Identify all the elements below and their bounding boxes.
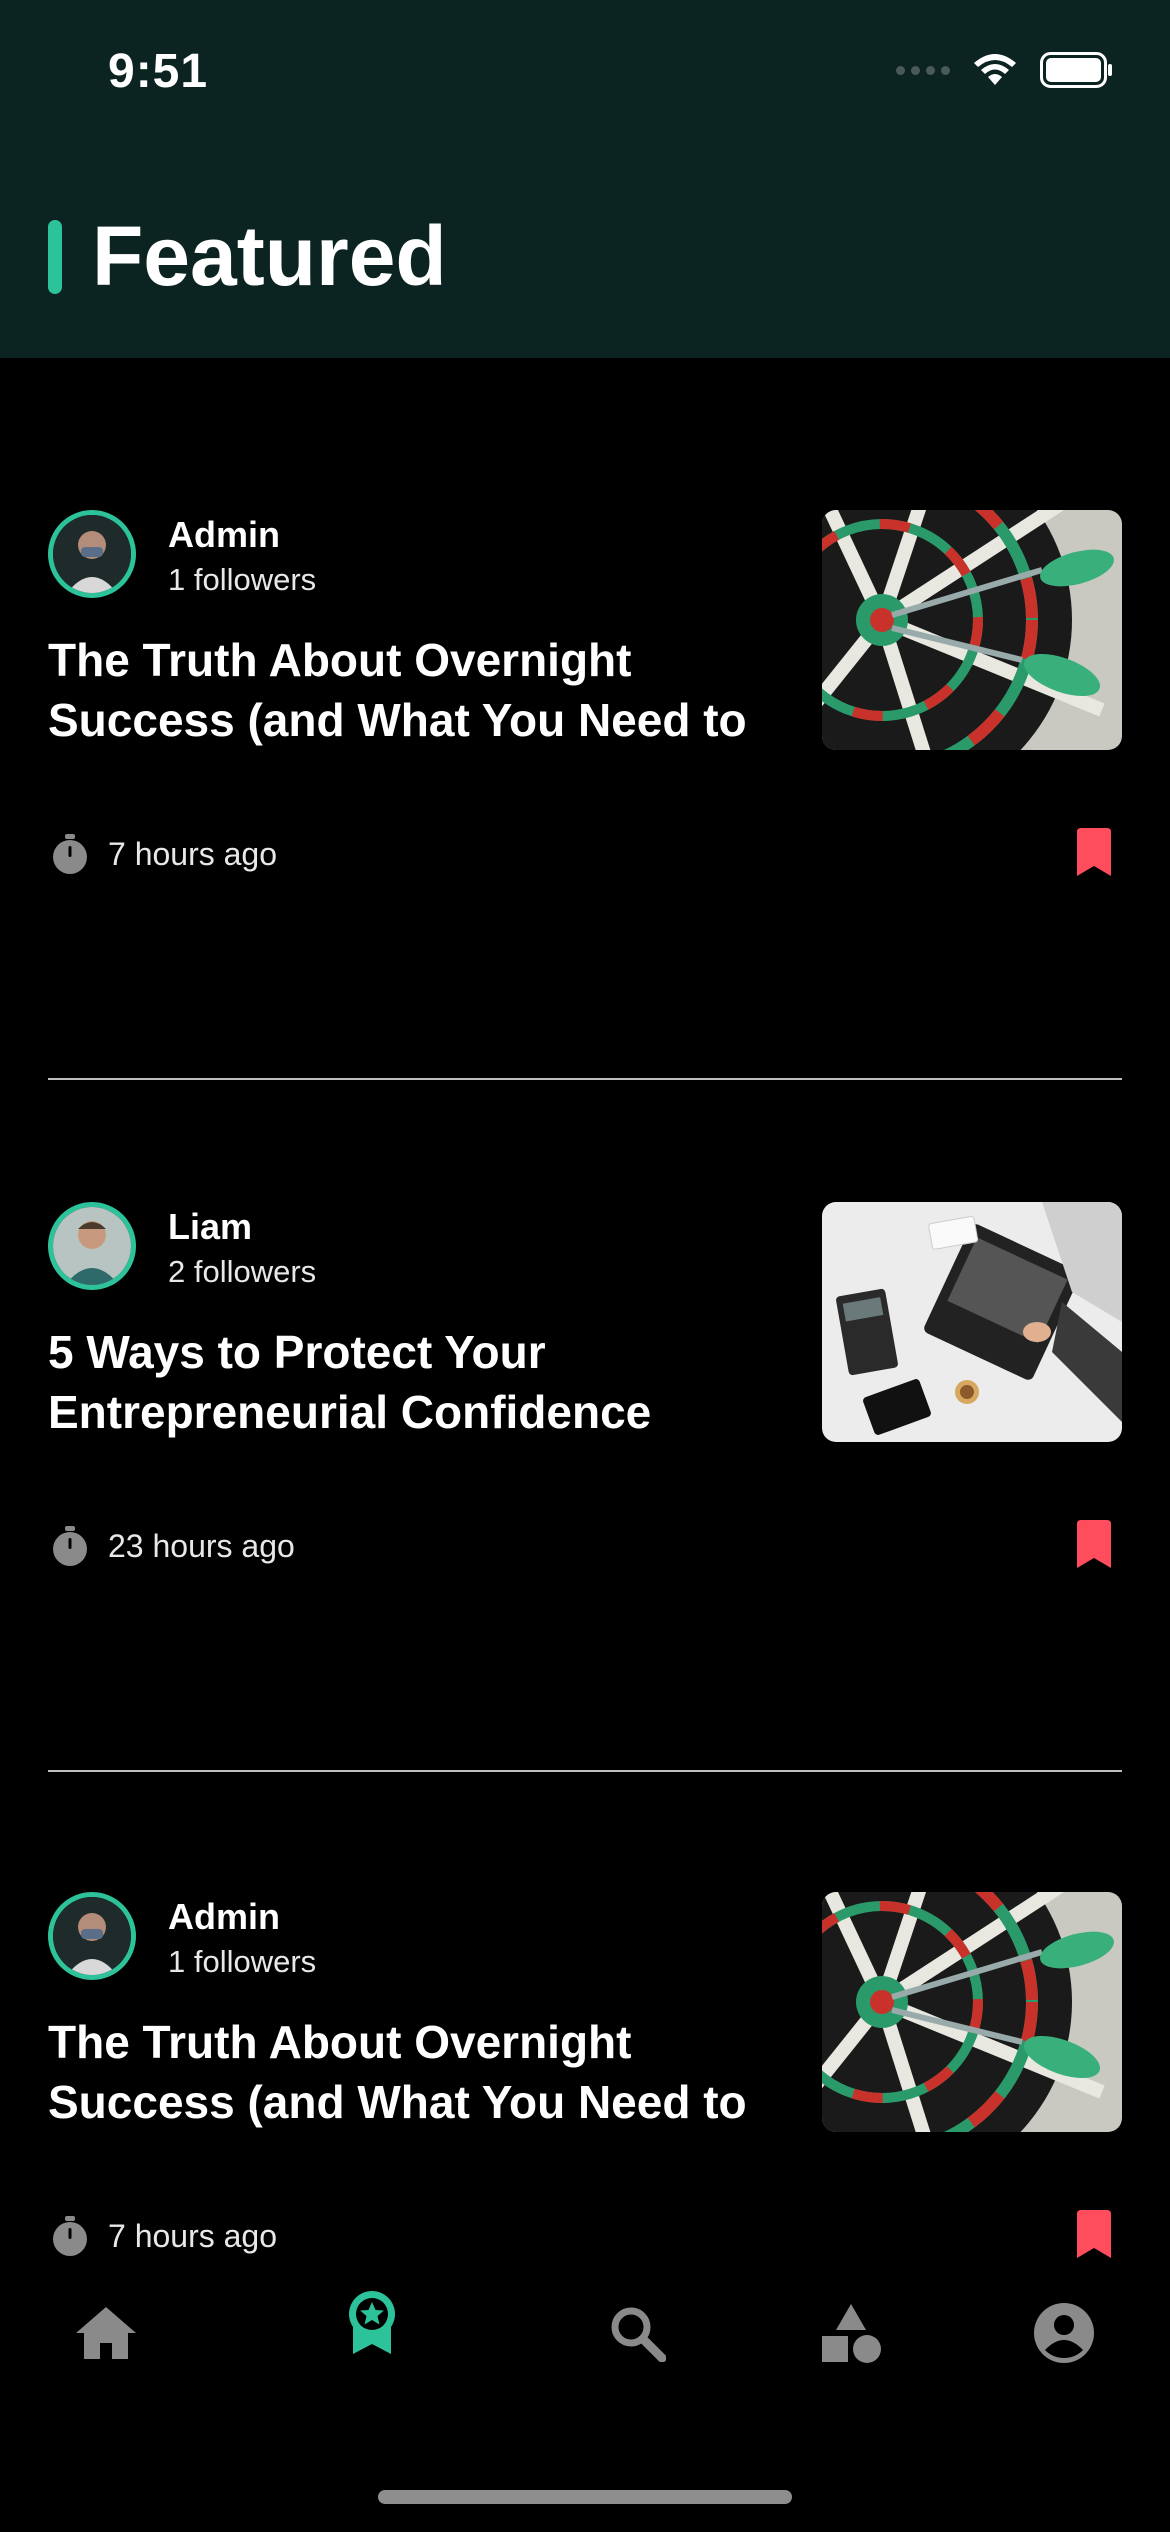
timer-icon — [53, 2216, 87, 2256]
post-card[interactable]: Liam 2 followers 5 Ways to Protect Your … — [48, 1202, 1122, 1582]
tab-home[interactable] — [66, 2288, 146, 2378]
tab-profile[interactable] — [1024, 2288, 1104, 2378]
status-time: 9:51 — [108, 45, 209, 98]
featured-badge-icon — [349, 2291, 395, 2354]
author-name[interactable]: Admin — [168, 1896, 280, 1938]
follower-count: 2 followers — [168, 1254, 317, 1289]
page-title: Featured — [92, 209, 447, 303]
author-name[interactable]: Admin — [168, 514, 280, 556]
wifi-icon — [974, 54, 1016, 85]
timer-icon — [53, 1526, 87, 1566]
featured-feed[interactable]: Admin 1 followers The Truth About Overni… — [0, 358, 1170, 2288]
post-card[interactable]: Admin 1 followers The Truth About Overni… — [48, 510, 1122, 890]
follower-count: 1 followers — [168, 1944, 317, 1979]
post-time: 7 hours ago — [108, 2218, 278, 2254]
tab-search[interactable] — [597, 2288, 677, 2378]
status-indicators — [896, 52, 1114, 88]
post-title[interactable]: The Truth About Overnight Success (and W… — [48, 2012, 768, 2136]
post-thumbnail-darts[interactable] — [822, 1892, 1122, 2132]
tab-categories[interactable] — [811, 2288, 891, 2378]
header: 9:51 Featured — [0, 0, 1170, 358]
post-card[interactable]: Admin 1 followers The Truth About Overni… — [48, 1892, 1122, 2272]
timer-icon — [53, 834, 87, 874]
bookmark-icon[interactable] — [1074, 828, 1114, 878]
profile-icon — [1034, 2303, 1094, 2363]
post-title[interactable]: 5 Ways to Protect Your Entrepreneurial C… — [48, 1322, 768, 1446]
follower-count: 1 followers — [168, 562, 317, 597]
tab-featured[interactable] — [332, 2278, 412, 2368]
battery-icon — [1040, 52, 1112, 88]
post-time: 23 hours ago — [108, 1528, 295, 1564]
post-thumbnail-darts[interactable] — [822, 510, 1122, 750]
categories-icon — [822, 2304, 881, 2363]
divider — [48, 1770, 1122, 1772]
post-time: 7 hours ago — [108, 836, 278, 872]
divider — [48, 1078, 1122, 1080]
home-icon — [76, 2307, 136, 2359]
title-accent-bar — [48, 220, 62, 294]
cellular-signal-icon — [896, 65, 950, 75]
author-name[interactable]: Liam — [168, 1206, 252, 1248]
search-icon — [611, 2307, 666, 2362]
home-indicator — [378, 2490, 792, 2504]
avatar[interactable] — [48, 1892, 136, 1980]
avatar[interactable] — [48, 1202, 136, 1290]
bookmark-icon[interactable] — [1074, 2210, 1114, 2260]
avatar[interactable] — [48, 510, 136, 598]
post-thumbnail-laptop[interactable] — [822, 1202, 1122, 1442]
post-title[interactable]: The Truth About Overnight Success (and W… — [48, 630, 768, 754]
bookmark-icon[interactable] — [1074, 1520, 1114, 1570]
